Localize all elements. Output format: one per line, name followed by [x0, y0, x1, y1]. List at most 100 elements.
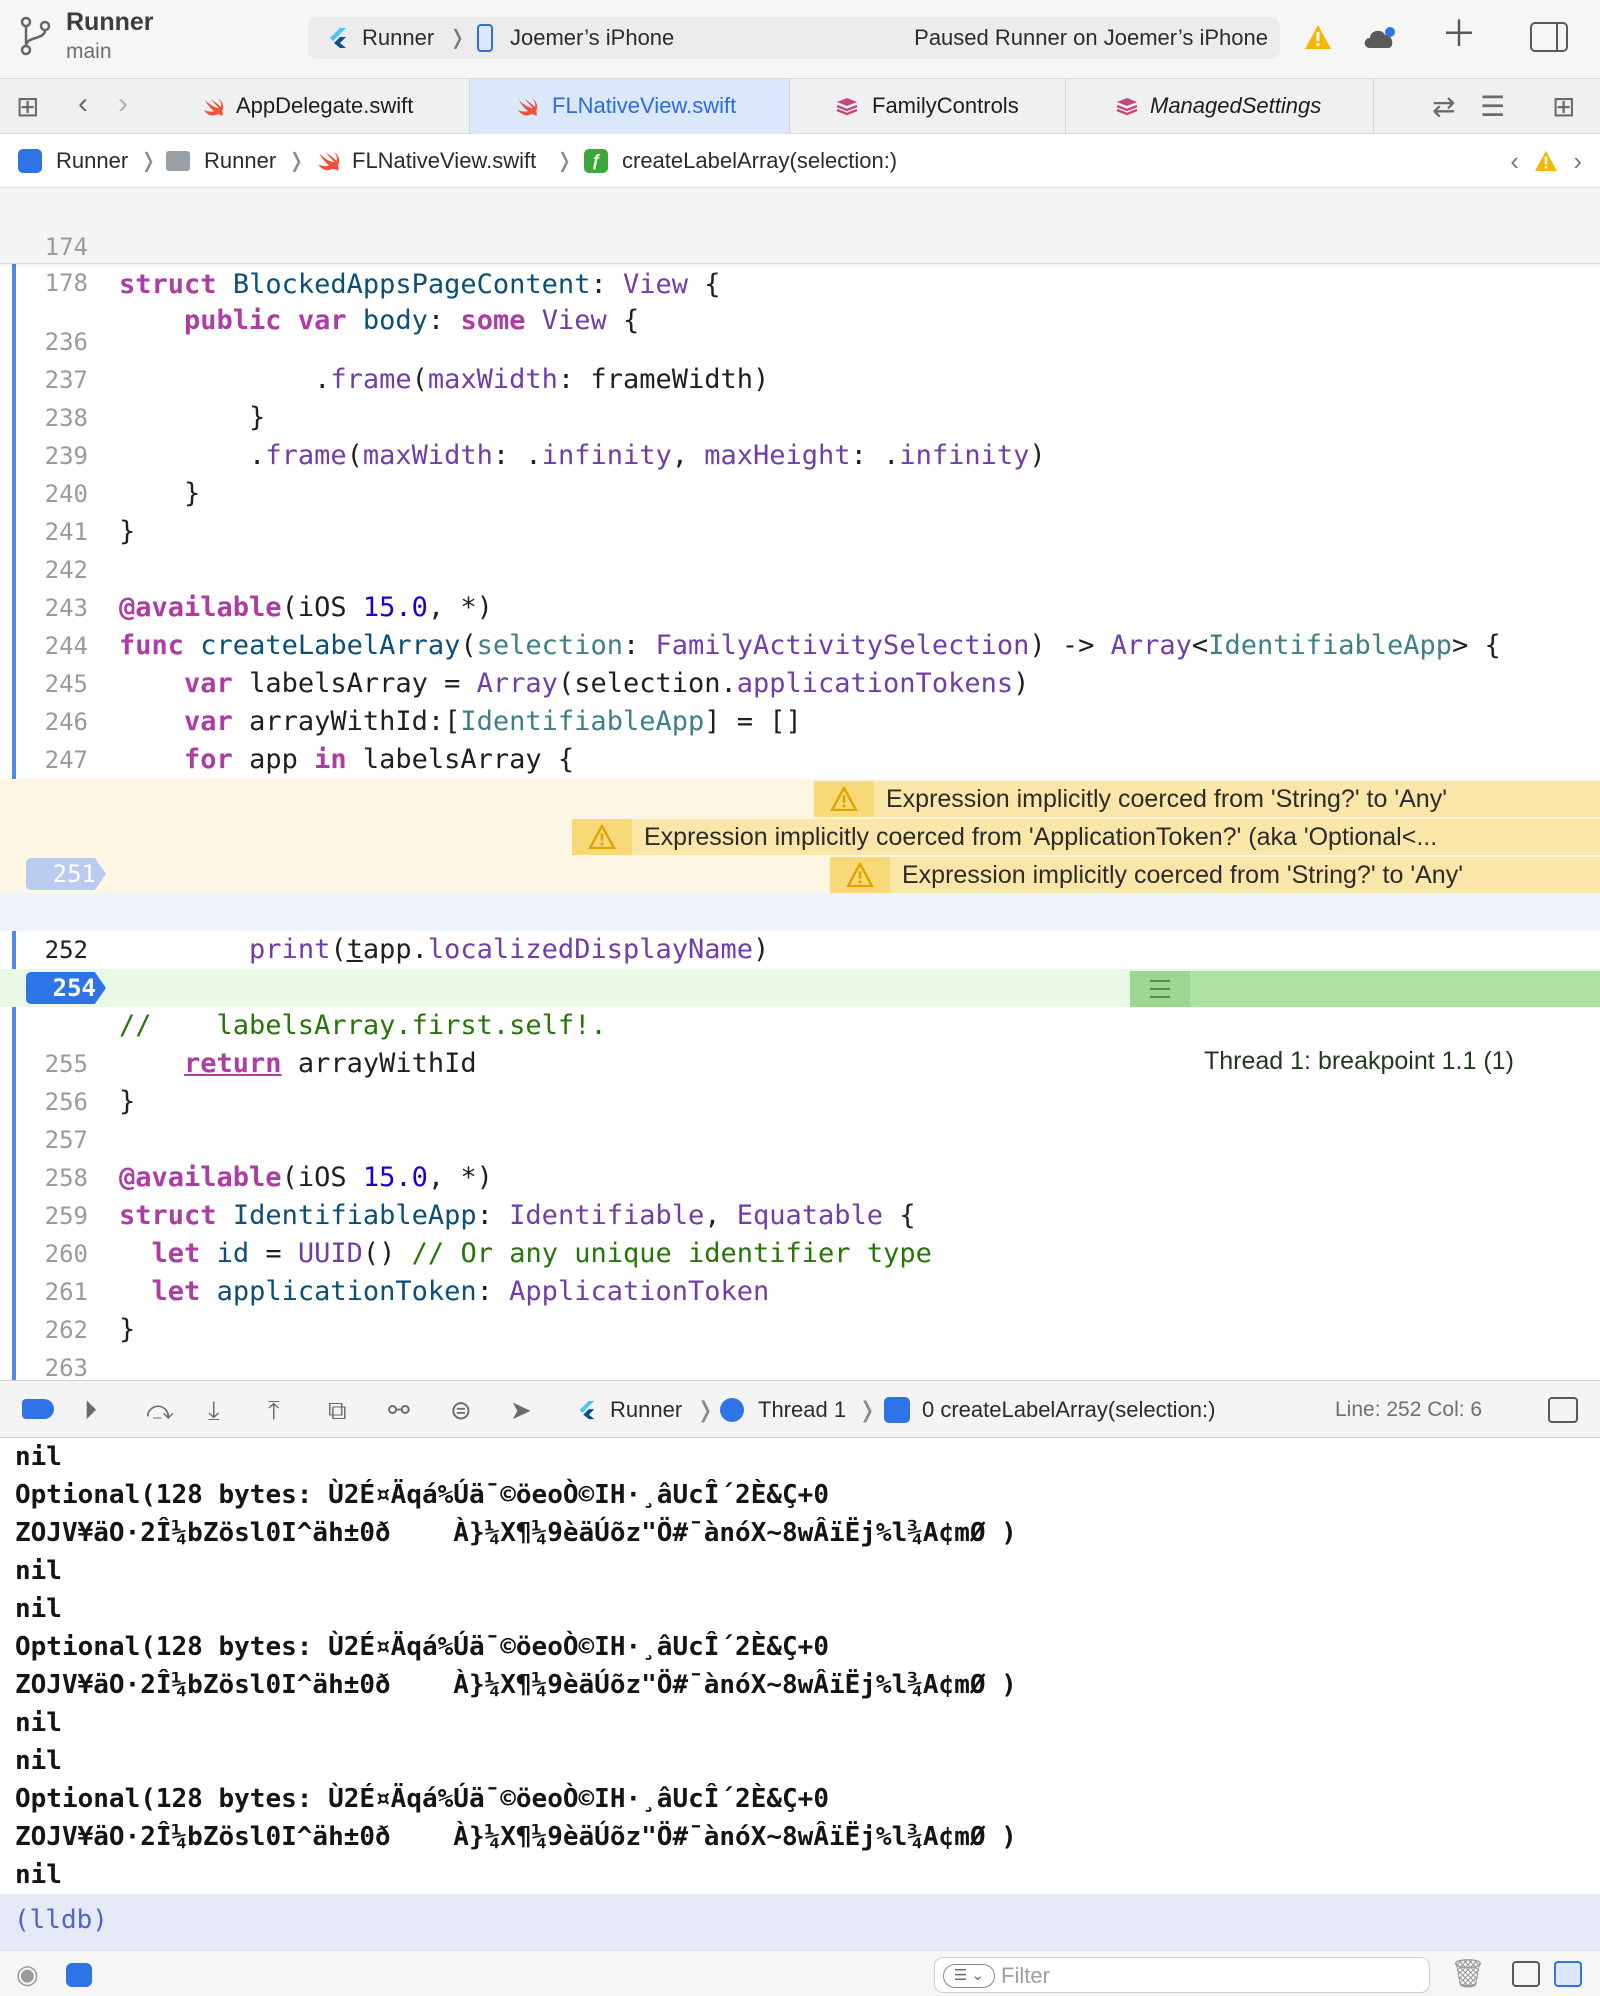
add-button[interactable]: ＋: [1441, 16, 1477, 52]
sticky-line[interactable]: 178 public var body: some View {: [0, 226, 1600, 336]
code-line[interactable]: 260 let applicationToken: ApplicationTok…: [0, 1197, 1600, 1307]
code-line[interactable]: 240 }: [0, 437, 1600, 547]
view-hierarchy-icon[interactable]: ⧉: [328, 1397, 347, 1423]
variables-view-toggle-icon[interactable]: [66, 1963, 92, 1987]
code-line-warning[interactable]: 250 print(tapp.token) Expression implici…: [0, 817, 1600, 927]
hide-debug-area-icon[interactable]: [1548, 1397, 1578, 1423]
console-line: nil: [15, 1556, 62, 1586]
user-frame-icon: [884, 1397, 910, 1423]
step-over-icon[interactable]: ⤼: [146, 1397, 174, 1423]
simulate-location-icon[interactable]: ➤: [510, 1397, 532, 1423]
inline-warning[interactable]: Expression implicitly coerced from 'Stri…: [830, 857, 1600, 893]
console-line: nil: [15, 1746, 62, 1776]
code-line[interactable]: 261 }: [0, 1235, 1600, 1345]
trash-icon[interactable]: 🗑: [1450, 1957, 1486, 1990]
code-line[interactable]: 263 struct ChevronButton: View {: [0, 1311, 1600, 1380]
code-line[interactable]: 241: [0, 475, 1600, 546]
code-line[interactable]: 248 var tapp = Application(token: select…: [0, 741, 1600, 851]
filter-input[interactable]: [1001, 1962, 1411, 1990]
tab-familycontrols[interactable]: FamilyControls: [790, 79, 1066, 134]
breakpoint-annotation[interactable]: Thread 1: breakpoint 1.1 (1): [1130, 971, 1600, 1075]
disabled-breakpoint-marker[interactable]: 251: [26, 858, 106, 890]
step-out-icon[interactable]: ⤒: [268, 1397, 280, 1423]
continue-icon[interactable]: ⏵: [84, 1397, 97, 1423]
code-line[interactable]: 264 @State private var isPressed = false: [0, 1349, 1600, 1380]
code-line-warning[interactable]: 251 print(tapp.localizedDisplayName) Exp…: [0, 855, 1600, 965]
previous-issue-icon[interactable]: ‹: [1510, 146, 1519, 176]
code-line[interactable]: 262: [0, 1273, 1600, 1344]
forward-arrow-icon[interactable]: ›: [118, 89, 128, 119]
eye-icon[interactable]: ◉: [16, 1959, 39, 1990]
source-editor[interactable]: 174 struct BlockedAppsPageContent: View …: [0, 188, 1600, 1380]
issue-navigation-controls: ‹ ›: [1510, 146, 1582, 177]
cursor-position: Line: 252 Col: 6: [1335, 1398, 1483, 1421]
warning-icon: [572, 819, 632, 855]
code-text: public var body: some View {: [184, 305, 640, 336]
editor-options-icon[interactable]: ☰: [1480, 93, 1505, 121]
cloud-icon[interactable]: [1362, 24, 1398, 50]
back-arrow-icon[interactable]: ‹: [78, 89, 88, 119]
swift-icon: [518, 98, 538, 116]
inline-warning[interactable]: Expression implicitly coerced from 'Appl…: [572, 819, 1600, 855]
code-line[interactable]: 259 let id = UUID() // Or any unique ide…: [0, 1159, 1600, 1269]
code-line[interactable]: 246 for app in labelsArray {: [0, 665, 1600, 775]
code-line[interactable]: 258 struct IdentifiableApp: Identifiable…: [0, 1121, 1600, 1231]
code-line[interactable]: 255 }: [0, 1007, 1600, 1117]
show-console-pane-icon[interactable]: [1554, 1961, 1582, 1987]
activity-view[interactable]: Runner ❭ Joemer’s iPhone Paused Runner o…: [308, 17, 1280, 59]
code-line[interactable]: 244 var labelsArray = Array(selection.ap…: [0, 589, 1600, 699]
memory-graph-icon[interactable]: ⚯: [388, 1397, 410, 1423]
tab-appdelegate[interactable]: AppDelegate.swift: [160, 79, 470, 134]
grid-icon[interactable]: ⊞: [16, 93, 39, 121]
debug-console[interactable]: nil Optional(128 bytes: Ù2É¤Äqá%Úä¯©öeoÒ…: [0, 1438, 1600, 1894]
branch-name: main: [66, 40, 112, 63]
run-status: Paused Runner on Joemer’s iPhone: [914, 25, 1268, 50]
sticky-line[interactable]: 174 struct BlockedAppsPageContent: View …: [0, 190, 1600, 300]
warning-message: Expression implicitly coerced from 'Appl…: [644, 823, 1438, 851]
code-line[interactable]: 243 func createLabelArray(selection: Fam…: [0, 551, 1600, 661]
debug-thread[interactable]: Thread 1: [758, 1397, 846, 1423]
line-number: 178: [44, 269, 88, 297]
related-items-icon[interactable]: ⇄: [1432, 93, 1455, 121]
breadcrumb-project[interactable]: Runner: [56, 148, 128, 174]
destination-selector[interactable]: Joemer’s iPhone: [510, 25, 674, 51]
debug-stack-frame[interactable]: 0 createLabelArray(selection:): [922, 1397, 1215, 1423]
lldb-input-line[interactable]: (lldb): [0, 1894, 1600, 1950]
code-line[interactable]: 245 var arrayWithId:[IdentifiableApp] = …: [0, 627, 1600, 737]
code-line[interactable]: 253 // labelsArray.first.self!.: [0, 931, 1600, 1041]
debug-process[interactable]: Runner: [610, 1397, 682, 1423]
code-line[interactable]: 247 arrayWithId.append(IdentifiableApp(a…: [0, 703, 1600, 813]
next-issue-icon[interactable]: ›: [1573, 146, 1582, 176]
code-line-warning[interactable]: 249 print(tapp.bundleIdentifier) Express…: [0, 779, 1600, 889]
breadcrumb-group[interactable]: Runner: [204, 148, 276, 174]
chevron-right-icon: ❭: [288, 150, 305, 172]
breakpoints-toggle-icon[interactable]: [22, 1399, 54, 1419]
warning-icon[interactable]: [1534, 150, 1558, 172]
code-line[interactable]: 242 @available(iOS 15.0, *): [0, 513, 1600, 623]
tab-flnativeview[interactable]: FLNativeView.swift: [470, 79, 790, 134]
scheme-selector[interactable]: Runner: [362, 25, 434, 51]
code-line-breakpoint[interactable]: 254 return arrayWithId Thread 1: breakpo…: [0, 969, 1600, 1079]
inspector-toggle-icon[interactable]: [1530, 22, 1568, 52]
code-line[interactable]: 257 @available(iOS 15.0, *): [0, 1083, 1600, 1193]
code-line[interactable]: 256: [0, 1045, 1600, 1116]
debug-bar: ⏵ ⤼ ⤓ ⤒ ⧉ ⚯ ⊜ ➤ Runner ❭ Thread 1 ❭ 0 cr…: [0, 1380, 1600, 1438]
editor-tab-bar: ⊞ ‹ › AppDelegate.swift FLNativeView.swi…: [0, 78, 1600, 134]
code-line-current[interactable]: 252 }: [0, 893, 1600, 1003]
filter-options-icon[interactable]: ☰ ⌄: [943, 1964, 995, 1988]
inline-warning[interactable]: Expression implicitly coerced from 'Stri…: [814, 781, 1600, 817]
breadcrumb-file[interactable]: FLNativeView.swift: [352, 148, 536, 174]
tab-managedsettings[interactable]: ManagedSettings: [1066, 79, 1374, 134]
flutter-icon: [330, 28, 346, 48]
show-variables-pane-icon[interactable]: [1512, 1961, 1540, 1987]
step-into-icon[interactable]: ⤓: [208, 1397, 220, 1423]
breakpoint-marker[interactable]: 254: [26, 972, 106, 1004]
project-title[interactable]: Runner: [66, 8, 154, 37]
code-line[interactable]: 239 }: [0, 399, 1600, 509]
split-editor-icon[interactable]: ⊞: [1552, 93, 1575, 121]
source-control-branch-icon[interactable]: [18, 16, 52, 56]
warning-icon[interactable]: [1304, 24, 1332, 50]
breadcrumb-symbol[interactable]: createLabelArray(selection:): [622, 148, 897, 174]
environment-overrides-icon[interactable]: ⊜: [450, 1397, 472, 1423]
code-line[interactable]: 238 .frame(maxWidth: .infinity, maxHeigh…: [0, 361, 1600, 471]
